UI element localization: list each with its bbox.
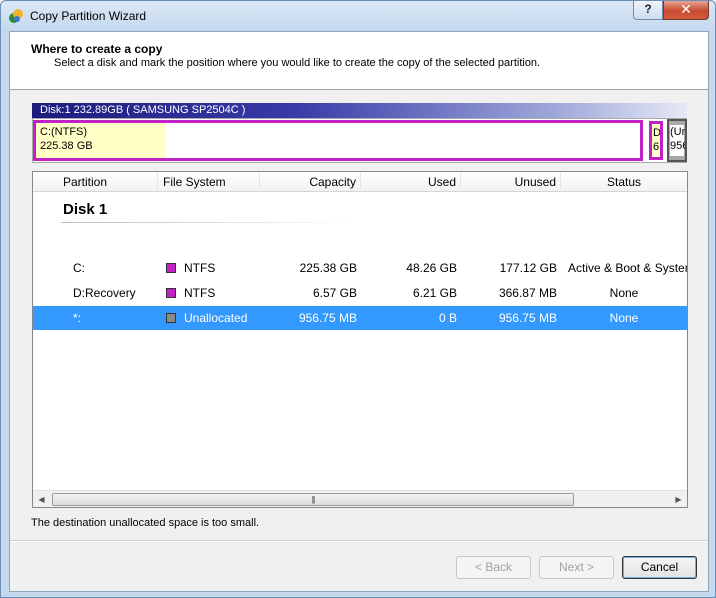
row-used: 48.26 GB	[406, 261, 457, 275]
help-button[interactable]: ?	[633, 1, 663, 20]
disk-group-label: Disk 1	[63, 201, 108, 218]
row-partition: *:	[73, 311, 82, 325]
column-partition[interactable]: Partition	[33, 172, 158, 192]
partition-segment-unallocated[interactable]: (Un 956	[667, 119, 687, 162]
column-status[interactable]: Status	[561, 172, 687, 192]
row-file-system: NTFS	[184, 261, 216, 275]
selected-position-frame	[33, 120, 643, 161]
row-capacity: 225.38 GB	[299, 261, 357, 275]
copy-partition-wizard-window: Copy Partition Wizard ? ✕ Where to creat…	[0, 0, 716, 598]
segment-u-name: (Un	[670, 126, 687, 138]
group-divider	[61, 222, 357, 223]
row-file-system: NTFS	[184, 286, 216, 300]
fs-color-swatch	[166, 263, 176, 273]
row-status: Active & Boot & System	[568, 261, 687, 275]
scroll-right-arrow-icon[interactable]: ▶	[670, 491, 687, 508]
footer-divider	[10, 540, 708, 542]
fs-color-swatch	[166, 288, 176, 298]
row-partition: D:Recovery	[73, 286, 136, 300]
cancel-button[interactable]: Cancel	[622, 556, 697, 579]
row-unused: 956.75 MB	[498, 311, 557, 325]
horizontal-scrollbar[interactable]: ◀ ||| ▶	[33, 490, 687, 507]
row-unused: 366.87 MB	[498, 286, 557, 300]
table-row[interactable]: C: NTFS 225.38 GB 48.26 GB 177.12 GB Act…	[33, 256, 687, 280]
fs-color-swatch	[166, 313, 176, 323]
title-bar: Copy Partition Wizard ? ✕	[1, 1, 715, 31]
window-title: Copy Partition Wizard	[30, 9, 147, 23]
disk-map[interactable]: C:(NTFS) 225.38 GB D 6 (Un 956	[32, 118, 687, 163]
segment-d-size: 6	[653, 141, 660, 153]
row-used: 6.21 GB	[412, 286, 457, 300]
partition-segment-d[interactable]: D 6	[649, 121, 663, 160]
row-used: 0 B	[438, 311, 457, 325]
table-row[interactable]: D:Recovery NTFS 6.57 GB 6.21 GB 366.87 M…	[33, 281, 687, 305]
next-button[interactable]: Next >	[539, 556, 614, 579]
row-capacity: 6.57 GB	[312, 286, 357, 300]
row-unused: 177.12 GB	[499, 261, 557, 275]
column-file-system[interactable]: File System	[158, 172, 260, 192]
wizard-client-area: Where to create a copy Select a disk and…	[9, 31, 709, 592]
row-file-system: Unallocated	[184, 311, 248, 325]
row-status: None	[609, 286, 639, 300]
segment-d-name: D	[653, 127, 661, 139]
segment-unallocated-body: (Un 956	[670, 125, 687, 156]
wizard-header: Where to create a copy Select a disk and…	[10, 32, 708, 90]
table-row-selected[interactable]: *: Unallocated 956.75 MB 0 B 956.75 MB N…	[33, 306, 687, 330]
row-capacity: 956.75 MB	[298, 311, 357, 325]
back-button[interactable]: < Back	[456, 556, 531, 579]
table-header: Partition File System Capacity Used Unus…	[33, 172, 687, 192]
header-subtitle: Select a disk and mark the position wher…	[54, 57, 541, 69]
close-button[interactable]: ✕	[663, 1, 709, 20]
column-capacity[interactable]: Capacity	[260, 172, 361, 192]
row-status: None	[609, 311, 639, 325]
segment-u-size: 956	[670, 140, 687, 152]
column-used[interactable]: Used	[361, 172, 461, 192]
row-partition: C:	[73, 261, 85, 275]
scroll-thumb[interactable]: |||	[52, 493, 574, 506]
column-unused[interactable]: Unused	[461, 172, 561, 192]
wizard-app-icon	[9, 9, 23, 23]
scroll-left-arrow-icon[interactable]: ◀	[33, 491, 50, 508]
header-title: Where to create a copy	[31, 42, 163, 56]
disk-label-bar[interactable]: Disk:1 232.89GB ( SAMSUNG SP2504C )	[32, 103, 687, 118]
partition-table: Partition File System Capacity Used Unus…	[32, 171, 688, 508]
status-message: The destination unallocated space is too…	[31, 517, 260, 529]
